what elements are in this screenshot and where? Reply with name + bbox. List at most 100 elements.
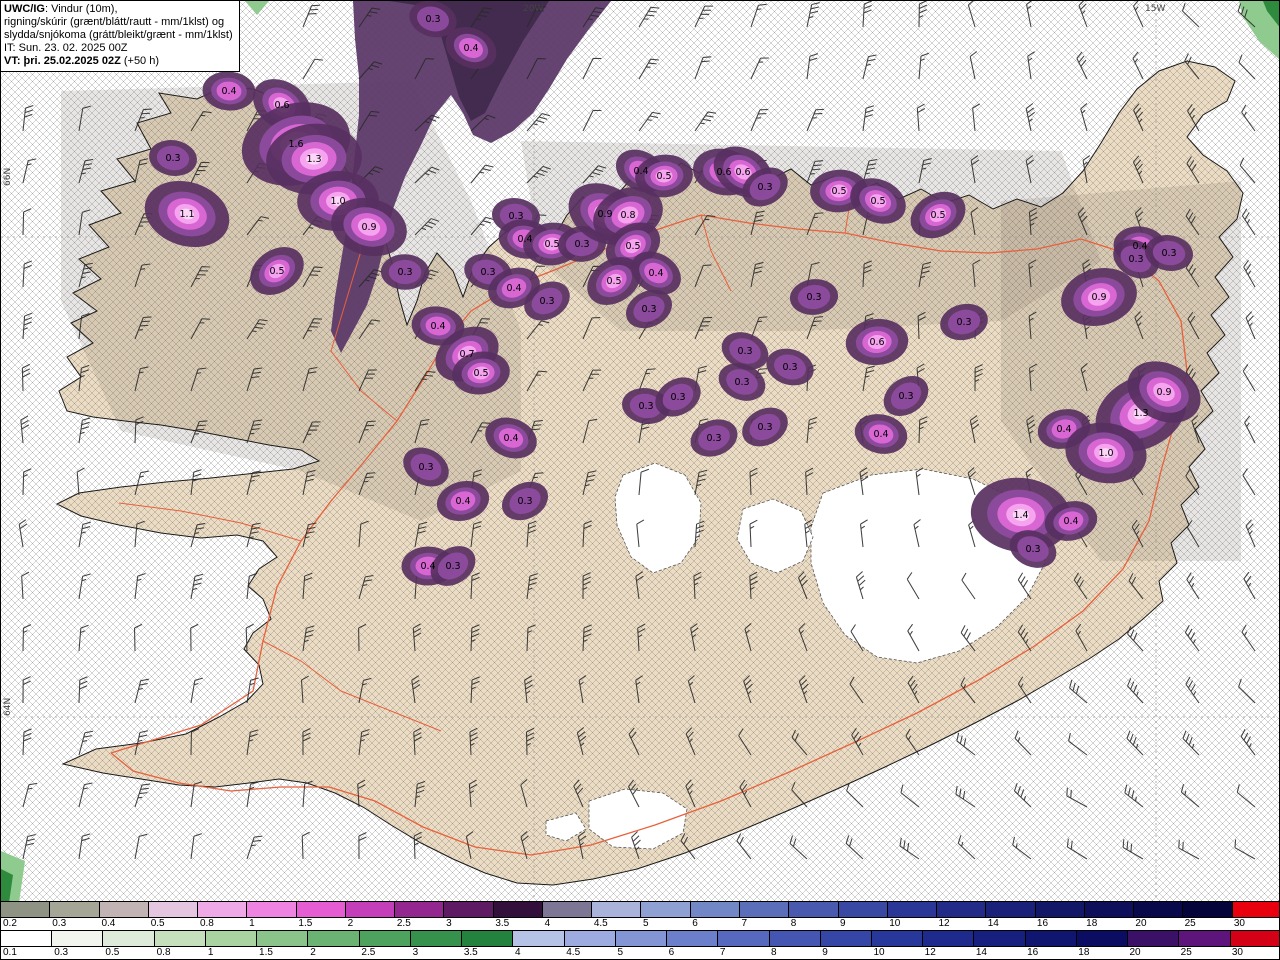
legend-line-snow: slydda/snjókoma (grátt/bleikt/grænt - mm… bbox=[4, 29, 233, 41]
colorbar-rain-segment bbox=[205, 931, 258, 946]
colorbar-snow-segment bbox=[1134, 902, 1184, 917]
colorbar-snow-segment bbox=[887, 902, 938, 917]
snow-amount-label: 0.3 bbox=[425, 14, 440, 25]
latitude-label: 64N bbox=[3, 698, 13, 716]
colorbar-snow-tick: 8 bbox=[790, 918, 797, 929]
colorbar-rain-tick: 1.5 bbox=[259, 947, 273, 958]
colorbar-snow-tick: 18 bbox=[1086, 918, 1098, 929]
longitude-label: 15W bbox=[1145, 4, 1165, 14]
snow-amount-label: 0.4 bbox=[221, 86, 236, 97]
snow-amount-label: 0.4 bbox=[648, 268, 663, 279]
colorbar-snow-tick: 7 bbox=[741, 918, 748, 929]
colorbar-snow-segment bbox=[493, 902, 543, 917]
colorbar-rain-tick: 9 bbox=[822, 947, 828, 958]
colorbar-snow-tick: 0.4 bbox=[101, 918, 116, 929]
colorbar-rain-tick: 0.5 bbox=[105, 947, 120, 958]
colorbar-snow-segment bbox=[444, 902, 494, 917]
colorbar-rain-tick: 10 bbox=[873, 947, 885, 958]
snow-amount-label: 0.4 bbox=[506, 283, 521, 294]
snow-amount-label: 0.3 bbox=[480, 267, 495, 278]
snow-amount-label: 0.5 bbox=[606, 276, 621, 287]
colorbar-snow-tick: 3.5 bbox=[495, 918, 510, 929]
colorbar-legend: 0.2 0.3 0.4 0.5 0.8 1 1.5 2 2.5 3 3.5 4 4.5 5 6 7 8 9 10 12… bbox=[1, 901, 1279, 959]
colorbar-snow-segment bbox=[838, 902, 888, 917]
colorbar-snow-tick: 25 bbox=[1184, 918, 1196, 929]
snow-amount-label: 0.3 bbox=[737, 346, 752, 357]
snow-amount-label: 1.0 bbox=[1098, 448, 1113, 459]
colorbar-snow-segment bbox=[345, 902, 396, 917]
colorbar-rain-tick: 14 bbox=[975, 947, 987, 958]
snow-amount-label: 0.3 bbox=[956, 317, 971, 328]
snow-amount-label: 0.3 bbox=[1161, 248, 1176, 259]
model-name: UWC/IG bbox=[4, 3, 45, 15]
colorbar-rain-tick: 30 bbox=[1231, 947, 1243, 958]
snow-amount-label: 0.4 bbox=[1132, 241, 1147, 252]
colorbar-snow-tick: 16 bbox=[1036, 918, 1049, 929]
colorbar-rain-tick: 7 bbox=[719, 947, 726, 958]
snow-amount-label: 0.4 bbox=[1056, 424, 1071, 435]
colorbar-snow-segment bbox=[641, 902, 691, 917]
snow-amount-label: 1.0 bbox=[330, 196, 345, 207]
colorbar-rain-segment bbox=[513, 931, 565, 946]
colorbar-rain-segment bbox=[257, 931, 309, 946]
colorbar-snow-tick: 2 bbox=[347, 918, 354, 929]
snow-amount-label: 0.5 bbox=[473, 368, 488, 379]
colorbar-rain-segment bbox=[1076, 931, 1129, 946]
snow-amount-label: 0.3 bbox=[757, 422, 772, 433]
colorbar-rain-segment bbox=[52, 931, 104, 946]
snow-amount-label: 0.3 bbox=[638, 401, 653, 412]
snow-amount-label: 0.3 bbox=[670, 392, 685, 403]
colorbar-snow-segment bbox=[789, 902, 839, 917]
colorbar-snow-segment bbox=[395, 902, 445, 917]
colorbar-rain-segment bbox=[564, 931, 616, 946]
colorbar-snow-segment bbox=[99, 902, 149, 917]
snow-amount-label: 1.1 bbox=[179, 209, 194, 220]
colorbar-rain-segment bbox=[667, 931, 719, 946]
colorbar-rain-segment bbox=[923, 931, 975, 946]
colorbar-snow-tick: 6 bbox=[692, 918, 698, 929]
colorbar-rain-segment bbox=[1128, 931, 1180, 946]
colorbar-rain-segment bbox=[1025, 931, 1077, 946]
lead-time: (+50 h) bbox=[120, 55, 160, 67]
snow-amount-label: 0.9 bbox=[597, 209, 612, 220]
snow-amount-label: 0.6 bbox=[735, 167, 750, 178]
valid-time: VT: þri. 25.02.2025 02Z bbox=[4, 55, 121, 67]
colorbar-rain-segment bbox=[359, 931, 411, 946]
snow-amount-label: 0.3 bbox=[165, 153, 180, 164]
snow-amount-label: 0.3 bbox=[539, 296, 554, 307]
colorbar-snow-segment bbox=[739, 902, 790, 917]
colorbar-snow-ticks: 0.2 0.3 0.4 0.5 0.8 1 1.5 2 2.5 3 3.5 4 4.5 5 6 7 8 9 10 12… bbox=[1, 918, 1279, 930]
colorbar-rain-tick: 3 bbox=[412, 947, 419, 958]
colorbar-snow-tick: 30 bbox=[1233, 918, 1245, 929]
colorbar-rain-tick: 4 bbox=[515, 947, 521, 958]
colorbar-snow-segment bbox=[247, 902, 297, 917]
snow-amount-label: 0.3 bbox=[517, 496, 532, 507]
colorbar-snow-tick: 9 bbox=[839, 918, 846, 929]
colorbar-snow-segment bbox=[592, 902, 642, 917]
colorbar-rain-tick: 6 bbox=[668, 947, 675, 958]
colorbar-snow-segment bbox=[148, 902, 199, 917]
legend-line-rain: rigning/skúrir (grænt/blátt/rautt - mm/1… bbox=[4, 16, 225, 28]
snow-amount-label: 0.5 bbox=[930, 210, 945, 221]
title-line: UWC/IG: Vindur (10m), bbox=[4, 3, 233, 16]
snow-amount-label: 0.9 bbox=[1156, 387, 1171, 398]
colorbar-snow-segment bbox=[50, 902, 100, 917]
snow-amount-label: 0.3 bbox=[397, 267, 412, 278]
snow-amount-label: 0.3 bbox=[1025, 544, 1040, 555]
valid-time-line: VT: þri. 25.02.2025 02Z (+50 h) bbox=[4, 55, 233, 68]
snow-amount-label: 0.9 bbox=[361, 222, 376, 233]
snow-amount-label: 0.9 bbox=[1091, 292, 1106, 303]
latitude-label: 66N bbox=[3, 168, 13, 186]
colorbar-rain-segment bbox=[871, 931, 924, 946]
snow-amount-label: 0.3 bbox=[574, 239, 589, 250]
snow-amount-label: 0.4 bbox=[633, 166, 648, 177]
colorbar-rain-tick: 25 bbox=[1180, 947, 1192, 958]
snow-amount-label: 0.3 bbox=[706, 433, 721, 444]
colorbar-rain-segment bbox=[462, 931, 514, 946]
colorbar-rain-segment bbox=[154, 931, 206, 946]
snow-amount-label: 0.4 bbox=[517, 234, 532, 245]
colorbar-snow-segment bbox=[296, 902, 346, 917]
colorbar-snow-tick: 5 bbox=[643, 918, 649, 929]
colorbar-snow-segment bbox=[937, 902, 987, 917]
colorbar-snow-segment bbox=[1035, 902, 1085, 917]
